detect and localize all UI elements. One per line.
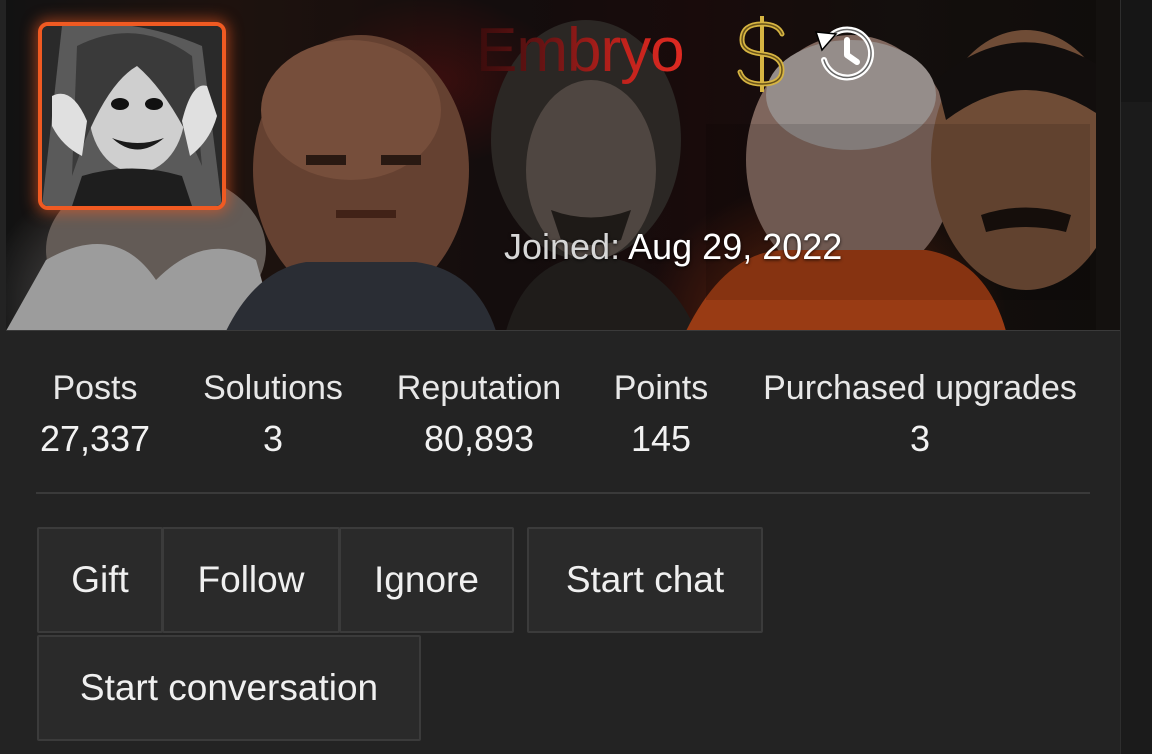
banner-bottom-border <box>6 330 1120 331</box>
dollar-sign-icon <box>732 12 792 96</box>
stats-divider <box>36 492 1090 494</box>
start-conversation-button[interactable]: Start conversation <box>37 635 421 741</box>
stat-label: Posts <box>52 369 138 407</box>
member-profile-page: Embryo Joined: Aug 29, 2022 Posts 27,337… <box>0 0 1152 754</box>
stat-reputation[interactable]: Reputation 80,893 <box>386 364 572 466</box>
joined-label: Joined: <box>504 226 621 267</box>
stat-label: Solutions <box>203 369 343 407</box>
stat-label: Purchased upgrades <box>763 369 1077 407</box>
stat-label: Reputation <box>396 369 562 407</box>
member-stats: Posts 27,337 Solutions 3 Reputation 80,8… <box>36 364 1090 474</box>
stat-label: Points <box>613 369 709 407</box>
stat-points[interactable]: Points 145 <box>606 364 716 466</box>
stat-value: 80,893 <box>423 418 535 459</box>
stat-value: 27,337 <box>39 418 151 459</box>
side-gutter <box>1120 0 1152 754</box>
joined-date-value: Aug 29, 2022 <box>628 226 843 267</box>
start-chat-button[interactable]: Start chat <box>527 527 763 633</box>
stat-purchased-upgrades[interactable]: Purchased upgrades 3 <box>750 364 1090 466</box>
stat-value: 145 <box>630 418 692 459</box>
member-tooltip-card: Embryo Joined: Aug 29, 2022 Posts 27,337… <box>0 0 1121 754</box>
stat-posts[interactable]: Posts 27,337 <box>36 364 154 466</box>
stat-value: 3 <box>262 418 284 459</box>
username-link[interactable]: Embryo <box>476 16 685 86</box>
avatar[interactable] <box>38 22 226 210</box>
avatar-image <box>42 26 222 206</box>
joined-date: Joined: Aug 29, 2022 <box>504 226 842 268</box>
gift-button[interactable]: Gift <box>37 527 163 633</box>
ignore-button[interactable]: Ignore <box>339 527 514 633</box>
gutter-shade <box>1121 0 1152 102</box>
history-icon[interactable] <box>814 22 876 84</box>
follow-button[interactable]: Follow <box>162 527 340 633</box>
stat-solutions[interactable]: Solutions 3 <box>194 364 352 466</box>
stat-value: 3 <box>909 418 931 459</box>
